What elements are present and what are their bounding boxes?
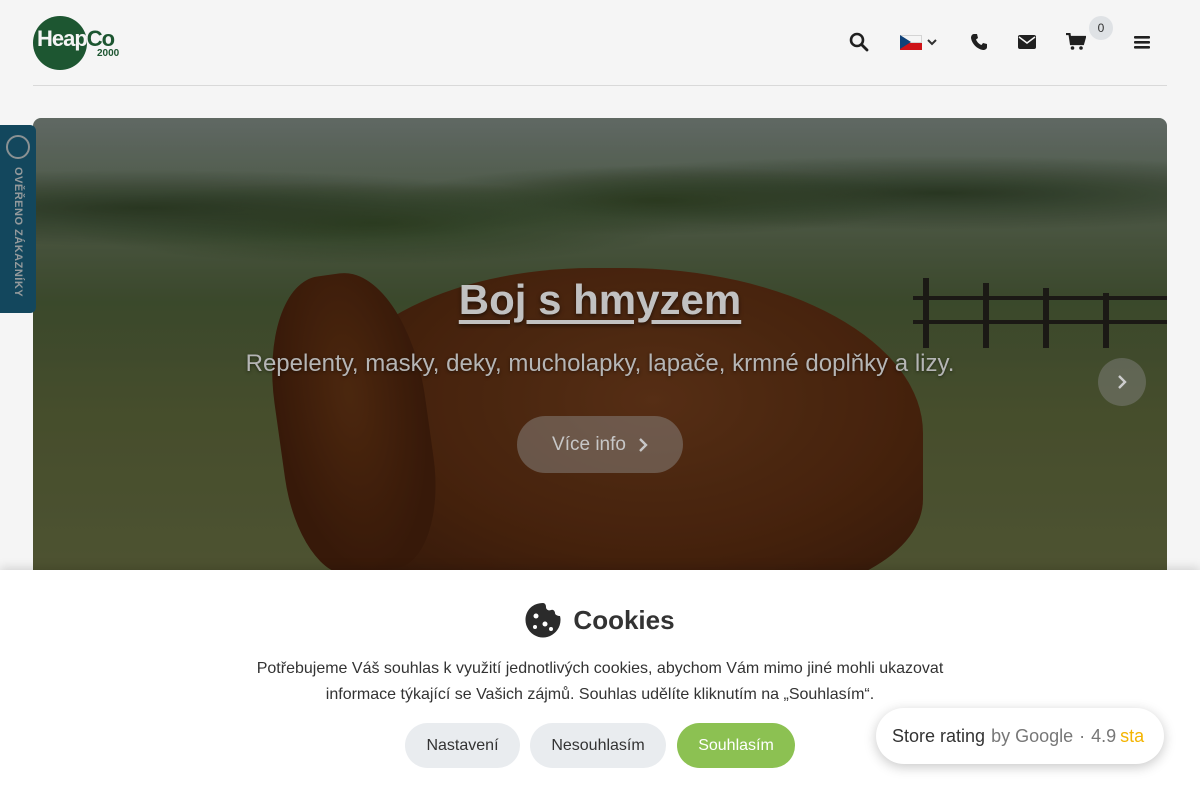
logo-sub: 2000	[97, 48, 120, 59]
hero-dim-overlay	[33, 118, 1167, 578]
cookie-icon	[525, 603, 561, 638]
cookie-settings-button[interactable]: Nastavení	[405, 723, 520, 768]
more-info-label: Více info	[552, 433, 626, 455]
envelope-icon[interactable]	[1015, 30, 1039, 54]
rating-label: Store rating	[892, 725, 986, 746]
chevron-right-icon	[1118, 375, 1127, 389]
rating-score: 4.9	[1091, 725, 1117, 746]
verified-by-customers-badge[interactable]: OVĚŘENO ZÁKAZNÍKY	[0, 125, 36, 313]
language-flag-czech[interactable]	[900, 35, 922, 50]
store-rating-widget[interactable]: Store rating by Google · 4.9 sta	[876, 708, 1164, 764]
cookie-description: Potřebujeme Váš souhlas k využití jednot…	[256, 660, 944, 703]
carousel-next-button[interactable]	[1098, 358, 1146, 406]
rating-provider: by Google	[991, 725, 1074, 746]
header-divider	[33, 85, 1167, 86]
cookie-accept-button[interactable]: Souhlasím	[677, 723, 795, 768]
cart-count-badge: 0	[1089, 16, 1113, 40]
cart-icon[interactable]	[1064, 30, 1088, 54]
hero-title[interactable]: Boj s hmyzem	[33, 276, 1167, 324]
more-info-button[interactable]: Více info	[517, 416, 683, 473]
chevron-right-icon	[639, 437, 648, 452]
cookie-decline-button[interactable]: Nesouhlasím	[530, 723, 666, 768]
rating-separator: ·	[1079, 725, 1086, 746]
site-header: HeapCo 2000 0	[0, 0, 1200, 86]
hero-subtitle: Repelenty, masky, deky, mucholapky, lapa…	[245, 350, 955, 377]
hero-banner[interactable]: Boj s hmyzem Repelenty, masky, deky, muc…	[33, 118, 1167, 578]
rating-stars: sta	[1120, 725, 1145, 746]
hamburger-menu-icon[interactable]	[1130, 30, 1154, 54]
cookie-header: Cookies	[0, 602, 1200, 638]
chevron-down-icon[interactable]	[922, 30, 942, 54]
cookie-title: Cookies	[573, 604, 675, 635]
logo-text-heap: Heap	[37, 26, 88, 51]
phone-icon[interactable]	[967, 30, 991, 54]
search-icon[interactable]	[847, 30, 871, 54]
heapco-logo[interactable]: HeapCo 2000	[33, 16, 125, 70]
cookie-consent-panel: Cookies Potřebujeme Váš souhlas k využit…	[0, 570, 1200, 800]
